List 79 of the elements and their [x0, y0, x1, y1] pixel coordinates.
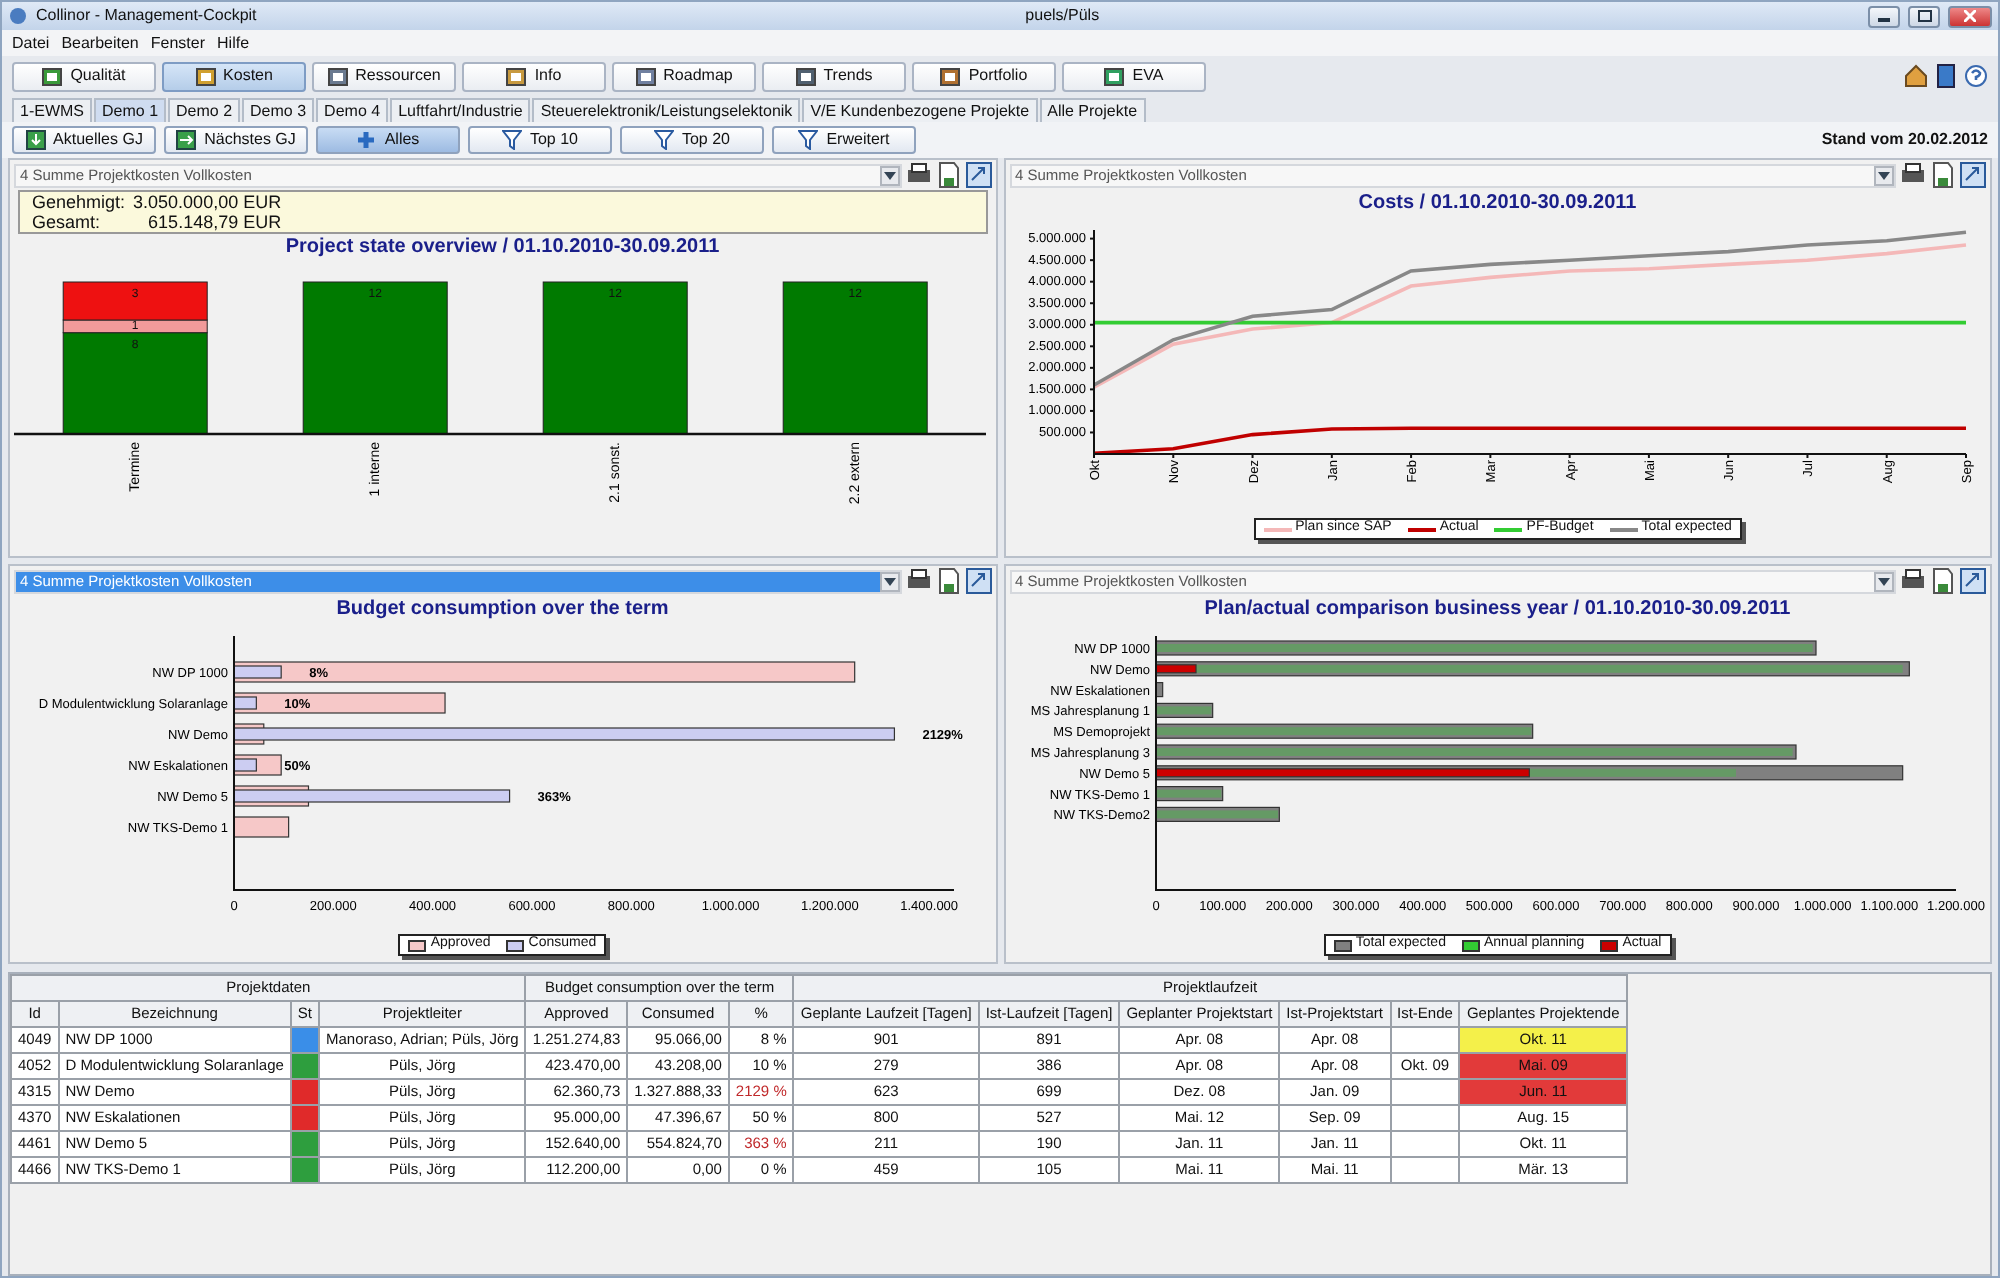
- print-icon[interactable]: [905, 568, 931, 594]
- export-icon[interactable]: [1960, 162, 1986, 188]
- export-icon[interactable]: [965, 568, 991, 594]
- menu-item[interactable]: Fenster: [150, 31, 206, 55]
- filter-button[interactable]: Top 20: [620, 126, 764, 154]
- module-button[interactable]: Portfolio: [912, 61, 1056, 91]
- forward-icon: [176, 130, 197, 150]
- date-label: Stand vom 20.02.2012: [1821, 128, 1988, 152]
- home-icon: [1904, 64, 1928, 88]
- minimize-button[interactable]: [1868, 5, 1900, 27]
- print-icon[interactable]: [1900, 162, 1926, 188]
- caret-icon: [1878, 171, 1890, 179]
- module-button[interactable]: Info: [462, 61, 606, 91]
- door-icon: [1936, 64, 1956, 88]
- summary-label: Gesamt:: [32, 212, 103, 232]
- chart-title: Project state overview / 01.10.2010-30.09.2011: [283, 234, 722, 262]
- summary-value: 3.050.000,00 EUR: [133, 192, 282, 212]
- help-icon: [1964, 64, 1988, 88]
- tile-icon: [635, 67, 656, 85]
- tile-icon: [1104, 67, 1125, 85]
- save-icon[interactable]: [935, 162, 961, 188]
- filter-button[interactable]: Erweitert: [772, 126, 916, 154]
- print-icon[interactable]: [905, 162, 931, 188]
- filter-icon: [501, 130, 522, 150]
- module-button[interactable]: Kosten: [162, 61, 306, 91]
- caret-icon: [883, 171, 895, 179]
- maximize-button[interactable]: [1908, 5, 1940, 27]
- maximize-icon: [1917, 10, 1931, 22]
- close-button[interactable]: [1948, 5, 1992, 27]
- project-tab[interactable]: Demo 4: [316, 98, 389, 122]
- project-tab[interactable]: 1-EWMS: [12, 98, 92, 122]
- tile-icon: [795, 67, 816, 85]
- filter-button[interactable]: Nächstes GJ: [164, 126, 308, 154]
- project-tab[interactable]: Demo 2: [168, 98, 241, 122]
- module-button[interactable]: Ressourcen: [312, 61, 456, 91]
- export-icon[interactable]: [965, 162, 991, 188]
- export-icon[interactable]: [1960, 568, 1986, 594]
- save-icon[interactable]: [1930, 162, 1956, 188]
- module-button[interactable]: EVA: [1062, 61, 1206, 91]
- summary-label: Genehmigt:: [32, 192, 126, 212]
- chart-title: Costs / 01.10.2010-30.09.2011: [1356, 190, 1639, 218]
- project-tab[interactable]: Steuerelektronik/Leistungselektonik: [532, 98, 801, 122]
- close-icon: [1964, 10, 1976, 22]
- tile-icon: [195, 67, 216, 85]
- project-tab[interactable]: Luftfahrt/Industrie: [390, 98, 531, 122]
- window-title: Collinor - Management-Cockpit: [36, 4, 257, 28]
- filter-button[interactable]: Top 10: [468, 126, 612, 154]
- menu-item[interactable]: Hilfe: [217, 31, 250, 55]
- menu-item[interactable]: Datei: [12, 31, 50, 55]
- menu-item[interactable]: Bearbeiten: [61, 31, 139, 55]
- save-icon[interactable]: [935, 568, 961, 594]
- filter-button[interactable]: Aktuelles GJ: [12, 126, 156, 154]
- project-tab[interactable]: Demo 3: [242, 98, 315, 122]
- chart-title: Budget consumption over the term: [334, 596, 671, 624]
- filter-icon: [798, 130, 819, 150]
- project-tab[interactable]: Demo 1: [94, 98, 167, 122]
- save-icon[interactable]: [1930, 568, 1956, 594]
- chart-bar: [233, 816, 290, 838]
- tile-icon: [327, 67, 348, 85]
- module-button[interactable]: Trends: [762, 61, 906, 91]
- filter-button[interactable]: Alles: [316, 126, 460, 154]
- caret-icon: [1878, 577, 1890, 585]
- project-tab[interactable]: Alle Projekte: [1039, 98, 1146, 122]
- chart-bar: [1154, 682, 1163, 698]
- module-button[interactable]: Qualität: [12, 61, 156, 91]
- summary-value: 615.148,79 EUR: [146, 212, 282, 232]
- chart-title: Plan/actual comparison business year / 01.10.2010-30.09.2011: [1202, 596, 1793, 624]
- caret-icon: [883, 577, 895, 585]
- user-label: puels/Püls: [1023, 4, 1102, 28]
- filter-icon: [653, 130, 674, 150]
- tile-icon: [940, 67, 961, 85]
- app-icon: [8, 6, 28, 26]
- project-tab[interactable]: V/E Kundenbezogene Projekte: [802, 98, 1038, 122]
- download-icon: [25, 130, 46, 150]
- tile-icon: [42, 67, 63, 85]
- tile-icon: [506, 67, 527, 85]
- module-button[interactable]: Roadmap: [612, 61, 756, 91]
- plus-icon: [356, 130, 377, 150]
- print-icon[interactable]: [1900, 568, 1926, 594]
